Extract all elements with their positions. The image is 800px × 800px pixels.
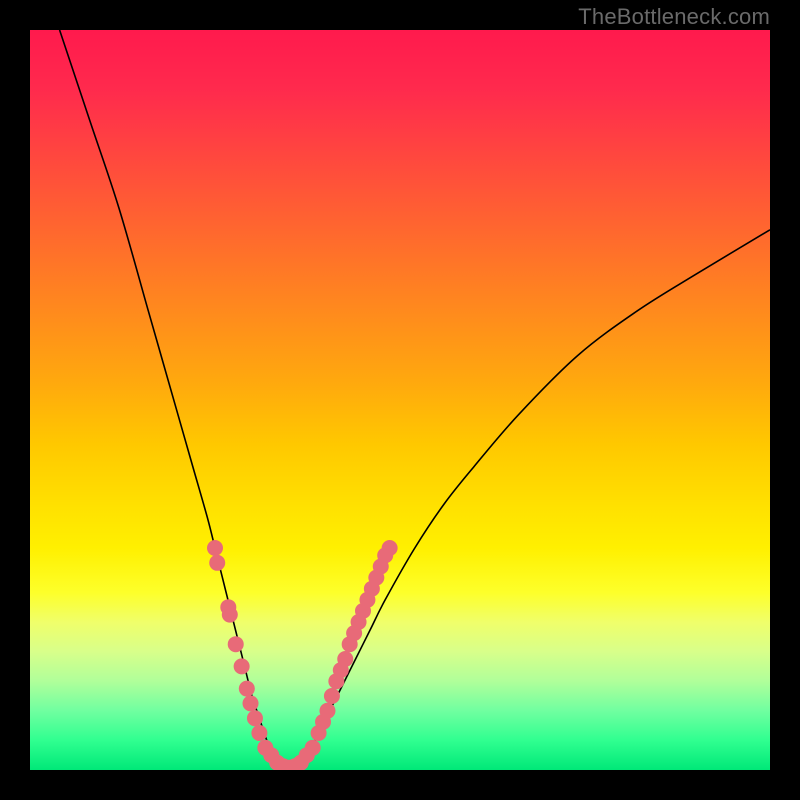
chart-svg	[30, 30, 770, 770]
data-point	[222, 607, 238, 623]
data-point	[319, 703, 335, 719]
left-curve	[60, 30, 289, 770]
data-point	[234, 658, 250, 674]
data-point	[382, 540, 398, 556]
data-point	[324, 688, 340, 704]
data-point	[209, 555, 225, 571]
data-point	[247, 710, 263, 726]
data-points	[207, 540, 398, 770]
watermark-text: TheBottleneck.com	[578, 4, 770, 30]
data-point	[337, 651, 353, 667]
data-point	[228, 636, 244, 652]
plot-area	[30, 30, 770, 770]
right-curve	[289, 230, 770, 770]
data-point	[305, 740, 321, 756]
data-point	[239, 681, 255, 697]
data-point	[243, 695, 259, 711]
chart-frame: TheBottleneck.com	[0, 0, 800, 800]
data-point	[251, 725, 267, 741]
data-point	[207, 540, 223, 556]
